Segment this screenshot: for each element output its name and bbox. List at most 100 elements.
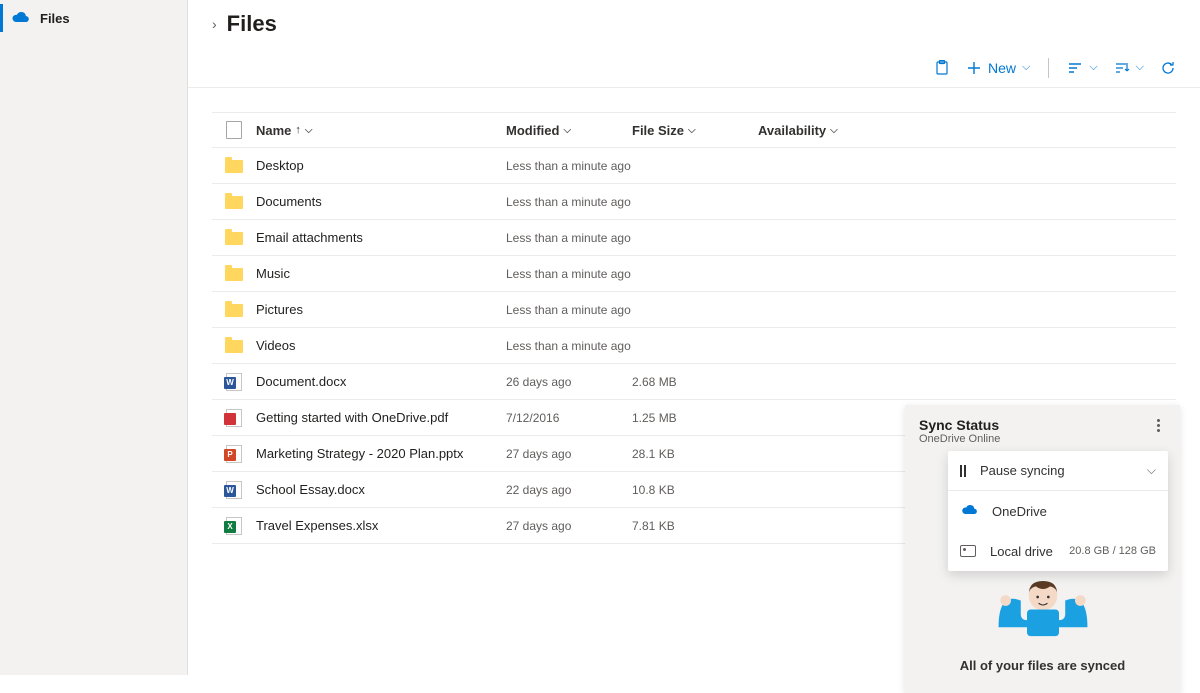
sidebar-item-files[interactable]: Files	[0, 0, 187, 36]
file-name: Marketing Strategy - 2020 Plan.pptx	[256, 446, 463, 461]
file-name-cell: Getting started with OneDrive.pdf	[256, 410, 506, 425]
word-icon	[226, 373, 242, 391]
file-size-cell: 7.81 KB	[632, 519, 758, 533]
file-name-cell: Marketing Strategy - 2020 Plan.pptx	[256, 446, 506, 461]
pdf-icon	[226, 409, 242, 427]
sync-title: Sync Status	[919, 417, 1000, 433]
chevron-down-icon: ⌵	[830, 125, 838, 136]
sidebar: Files	[0, 0, 188, 675]
file-modified-cell: Less than a minute ago	[506, 159, 632, 173]
file-icon-cell	[212, 517, 256, 535]
column-header-name-label: Name	[256, 123, 291, 138]
chevron-right-icon: ›	[212, 16, 217, 32]
file-icon-cell	[212, 302, 256, 317]
file-icon-cell	[212, 445, 256, 463]
column-header-size-label: File Size	[632, 123, 684, 138]
table-row[interactable]: Document.docx26 days ago2.68 MB	[212, 364, 1176, 400]
word-icon	[226, 481, 242, 499]
column-header-icon[interactable]	[212, 121, 256, 139]
column-header-size[interactable]: File Size ⌵	[632, 123, 758, 138]
file-name-cell: Videos	[256, 338, 506, 353]
file-name-cell: Document.docx	[256, 374, 506, 389]
new-button-label: New	[988, 60, 1016, 76]
cloud-icon	[10, 10, 30, 27]
folder-icon	[225, 304, 243, 317]
refresh-button[interactable]	[1160, 60, 1176, 76]
clipboard-icon	[934, 60, 950, 76]
sort-direction-button[interactable]: ⌵	[1114, 60, 1144, 76]
chevron-down-icon: ⌵	[1147, 463, 1156, 478]
file-modified-cell: Less than a minute ago	[506, 339, 632, 353]
folder-icon	[225, 232, 243, 245]
file-name: Videos	[256, 338, 296, 353]
file-modified-cell: 7/12/2016	[506, 411, 632, 425]
table-header-row: Name ↑ ⌵ Modified ⌵ File Size ⌵ Availabi…	[212, 112, 1176, 148]
file-modified-cell: Less than a minute ago	[506, 195, 632, 209]
file-size-cell: 1.25 MB	[632, 411, 758, 425]
chevron-down-icon: ⌵	[1089, 61, 1097, 74]
file-name-cell: Pictures	[256, 302, 506, 317]
paste-button[interactable]	[934, 60, 950, 76]
local-drive-item[interactable]: Local drive 20.8 GB / 128 GB	[948, 531, 1168, 571]
file-name: Document.docx	[256, 374, 346, 389]
table-row[interactable]: DocumentsLess than a minute ago	[212, 184, 1176, 220]
file-modified-cell: 27 days ago	[506, 447, 632, 461]
chevron-down-icon: ⌵	[305, 125, 313, 136]
file-name: Travel Expenses.xlsx	[256, 518, 378, 533]
pause-icon	[960, 465, 966, 477]
table-row[interactable]: Pictures Less than a minute ago	[212, 292, 1176, 328]
new-button[interactable]: New ⌵	[966, 60, 1030, 76]
column-header-availability[interactable]: Availability ⌵	[758, 123, 1176, 138]
drive-icon	[960, 545, 976, 557]
sort-button[interactable]: ⌵	[1067, 60, 1097, 76]
more-options-button[interactable]	[1150, 417, 1166, 433]
file-name: Email attachments	[256, 230, 363, 245]
sync-dropdown: Pause syncing ⌵ OneDrive Local drive 20.…	[948, 451, 1168, 571]
table-row[interactable]: Email attachments Less than a minute ago	[212, 220, 1176, 256]
toolbar-divider	[1048, 58, 1049, 78]
onedrive-label: OneDrive	[992, 504, 1047, 519]
xls-icon	[226, 517, 242, 535]
table-row[interactable]: Desktop Less than a minute ago	[212, 148, 1176, 184]
cloud-icon	[960, 503, 978, 519]
ppt-icon	[226, 445, 242, 463]
file-name-cell: School Essay.docx	[256, 482, 506, 497]
file-icon-cell	[212, 338, 256, 353]
pause-syncing-label: Pause syncing	[980, 463, 1065, 478]
local-drive-usage: 20.8 GB / 128 GB	[1069, 545, 1156, 557]
folder-icon	[225, 196, 243, 209]
file-size-cell: 10.8 KB	[632, 483, 758, 497]
file-name: Pictures	[256, 302, 303, 317]
table-row[interactable]: MusicLess than a minute ago	[212, 256, 1176, 292]
file-icon-cell	[212, 230, 256, 245]
refresh-icon	[1160, 60, 1176, 76]
column-header-modified-label: Modified	[506, 123, 559, 138]
toolbar: New ⌵ ⌵ ⌵	[188, 48, 1200, 88]
sort-ascending-icon: ↑	[295, 124, 301, 136]
file-name-cell: Desktop	[256, 158, 506, 173]
file-name: Getting started with OneDrive.pdf	[256, 410, 448, 425]
sort-lines-icon	[1067, 60, 1083, 76]
file-modified-cell: Less than a minute ago	[506, 267, 632, 281]
column-header-modified[interactable]: Modified ⌵	[506, 123, 632, 138]
document-icon	[226, 121, 242, 139]
column-header-name[interactable]: Name ↑ ⌵	[256, 123, 506, 138]
table-row[interactable]: Videos Less than a minute ago	[212, 328, 1176, 364]
local-drive-label: Local drive	[990, 544, 1053, 559]
onedrive-location-item[interactable]: OneDrive	[948, 491, 1168, 531]
sync-message: All of your files are synced	[919, 658, 1166, 673]
pause-syncing-item[interactable]: Pause syncing ⌵	[948, 451, 1168, 491]
sidebar-item-label: Files	[40, 11, 70, 26]
folder-icon	[225, 268, 243, 281]
file-icon-cell	[212, 158, 256, 173]
sync-illustration	[919, 565, 1166, 648]
file-modified-cell: Less than a minute ago	[506, 303, 632, 317]
file-name: Desktop	[256, 158, 304, 173]
plus-icon	[966, 60, 982, 76]
file-size-cell: 2.68 MB	[632, 375, 758, 389]
file-icon-cell	[212, 481, 256, 499]
file-icon-cell	[212, 373, 256, 391]
chevron-down-icon: ⌵	[1136, 61, 1144, 74]
file-modified-cell: Less than a minute ago	[506, 231, 632, 245]
file-name-cell: Travel Expenses.xlsx	[256, 518, 506, 533]
